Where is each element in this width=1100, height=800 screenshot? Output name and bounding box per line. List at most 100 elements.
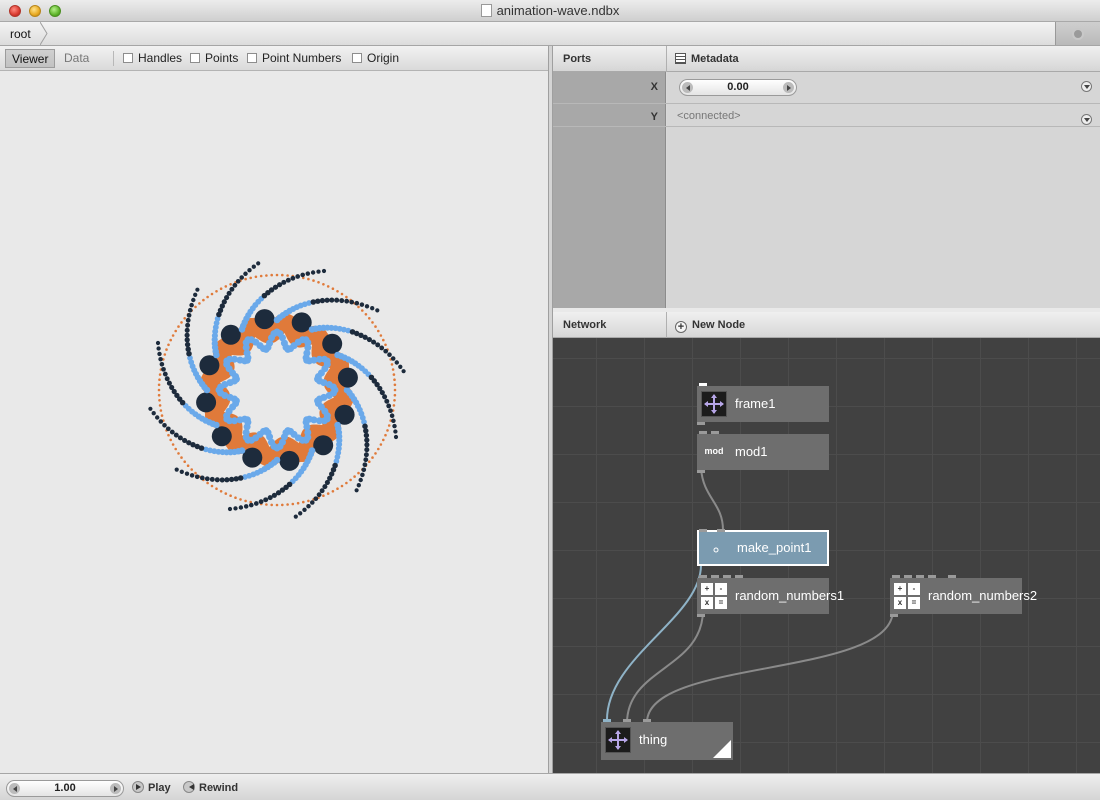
tab-data[interactable]: Data (58, 49, 95, 68)
port-y-menu-icon[interactable] (1081, 114, 1092, 125)
tentacle-dot (162, 371, 168, 377)
play-button[interactable]: Play (132, 781, 171, 794)
tab-viewer[interactable]: Viewer (5, 49, 56, 68)
input-port[interactable] (699, 575, 707, 578)
node-random-numbers2[interactable]: + - x = random_numbers2 (890, 575, 1037, 617)
metadata-button[interactable]: Metadata (675, 53, 739, 65)
port-x-value[interactable]: 0.00 (680, 81, 796, 93)
node-thing[interactable]: thing (601, 719, 733, 760)
header-divider (666, 46, 667, 72)
rewind-button[interactable]: Rewind (183, 781, 238, 794)
tentacle-dot (184, 337, 190, 343)
tentacle-dot (364, 304, 370, 309)
checkbox-icon (247, 53, 257, 63)
outer-ring-dot (160, 414, 164, 417)
outer-ring-dot (254, 275, 258, 279)
outer-ring-dot (210, 484, 214, 488)
checkbox-icon (352, 53, 362, 63)
tentacle-dot (401, 369, 406, 374)
node-random-numbers1[interactable]: + - x = random_numbers1 (697, 575, 844, 617)
tentacle-dot (319, 488, 325, 494)
input-port[interactable] (699, 529, 707, 532)
input-port[interactable] (948, 575, 956, 578)
outer-ring-dot (317, 281, 320, 284)
node-frame1[interactable]: frame1 (697, 383, 829, 425)
input-port[interactable] (711, 431, 719, 434)
input-port[interactable] (603, 719, 611, 722)
input-port[interactable] (723, 575, 731, 578)
new-node-button[interactable]: + New Node (675, 319, 745, 333)
tentacle-dot (391, 418, 396, 424)
tentacle-dot (398, 364, 403, 369)
tentacle-dot (354, 300, 360, 306)
node-mod1[interactable]: mod mod1 (697, 431, 829, 473)
input-port[interactable] (892, 575, 900, 578)
breadcrumb-root[interactable]: root (0, 22, 39, 45)
output-port[interactable] (697, 422, 705, 425)
output-port[interactable] (697, 614, 705, 617)
tentacle-dot (227, 506, 233, 512)
tentacle-dot (248, 502, 254, 508)
tentacle-dot (315, 298, 321, 304)
port-labels-column: X Y (553, 72, 666, 308)
outer-ring-dot (390, 363, 394, 366)
input-port[interactable] (711, 575, 719, 578)
network-canvas[interactable]: frame1 mod mod1 make_point1 + - x = rand… (553, 338, 1100, 773)
tentacle-blob (211, 426, 232, 447)
tentacle-dot (239, 275, 245, 280)
tentacle-dot (243, 504, 249, 509)
outer-ring-dot (307, 499, 310, 503)
output-port[interactable] (890, 614, 898, 617)
frame-stepper[interactable]: 1.00 (6, 780, 124, 797)
handles-checkbox[interactable]: Handles (123, 51, 182, 65)
viewer-toolbar: Viewer Data Handles Points Point Numbers… (0, 46, 548, 71)
input-port[interactable] (717, 529, 725, 532)
outer-ring-dot (224, 285, 228, 288)
network-options-button[interactable] (1055, 22, 1100, 45)
minus-glyph: - (908, 583, 920, 595)
tentacle-dot (329, 297, 335, 303)
new-node-label: New Node (692, 319, 746, 331)
outer-ring-dot (393, 378, 396, 382)
outer-ring-dot (265, 503, 268, 506)
plus-icon: + (675, 321, 687, 333)
input-port[interactable] (904, 575, 912, 578)
viewer-canvas[interactable] (0, 72, 548, 773)
tentacle-dot (339, 298, 345, 304)
input-port[interactable] (699, 431, 707, 434)
points-checkbox[interactable]: Points (190, 51, 238, 65)
ports-pane: Ports Metadata X Y 0.00 <connected> (553, 46, 1100, 308)
tentacle-dot (247, 267, 252, 273)
outer-ring-dot (171, 334, 175, 337)
outer-ring-dot (357, 305, 360, 309)
outer-ring-dot (281, 273, 284, 277)
tentacle-dot (157, 351, 162, 357)
output-port[interactable] (697, 470, 705, 473)
input-port[interactable] (699, 383, 707, 386)
outer-ring-dot (377, 447, 380, 451)
next-frame-icon[interactable] (110, 783, 121, 794)
input-port[interactable] (623, 719, 631, 722)
outer-ring-dot (244, 277, 247, 281)
outer-ring-dot (158, 404, 162, 407)
input-port[interactable] (643, 719, 651, 722)
origin-checkbox[interactable]: Origin (352, 51, 399, 65)
equals-glyph: = (908, 597, 920, 609)
tentacle-dot (228, 476, 235, 483)
input-port[interactable] (928, 575, 936, 578)
port-x-menu-icon[interactable] (1081, 81, 1092, 92)
input-port[interactable] (735, 575, 743, 578)
port-x-stepper[interactable]: 0.00 (679, 79, 797, 96)
frame-value[interactable]: 1.00 (7, 782, 123, 794)
move-icon (701, 391, 727, 417)
outer-ring-dot (157, 383, 161, 387)
tentacle-dot (290, 275, 296, 281)
tentacle-dot (285, 277, 291, 283)
input-port[interactable] (916, 575, 924, 578)
point-numbers-checkbox[interactable]: Point Numbers (247, 51, 341, 65)
outer-ring-dot (169, 338, 172, 342)
tentacle-dot (379, 345, 385, 351)
checkbox-icon (123, 53, 133, 63)
increment-arrow-icon[interactable] (783, 82, 794, 93)
node-make-point1[interactable]: make_point1 (697, 529, 829, 566)
